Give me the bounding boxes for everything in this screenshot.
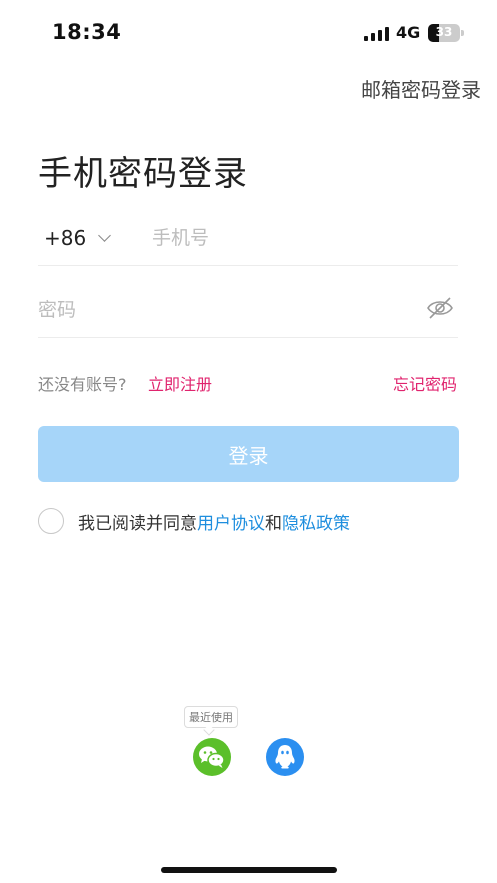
- battery-icon: 33: [428, 24, 460, 42]
- qq-icon: [275, 745, 295, 769]
- forgot-password-link[interactable]: 忘记密码: [393, 371, 457, 395]
- page-title: 手机密码登录: [38, 154, 248, 194]
- agreement-prefix: 我已阅读并同意: [78, 514, 197, 534]
- password-input[interactable]: [38, 294, 408, 326]
- wechat-login-button[interactable]: [193, 738, 231, 776]
- user-agreement-link[interactable]: 用户协议: [197, 514, 265, 534]
- agreement-text: 我已阅读并同意用户协议和隐私政策: [78, 509, 350, 534]
- network-type: 4G: [396, 23, 421, 42]
- battery-level: 33: [435, 25, 453, 39]
- phone-input[interactable]: [152, 222, 442, 254]
- agreement-and: 和: [265, 514, 282, 534]
- no-account-text: 还没有账号?: [38, 375, 127, 394]
- password-row: [38, 282, 458, 338]
- wechat-icon: [199, 746, 225, 768]
- signal-icon: [364, 27, 390, 41]
- battery-tip: [461, 30, 464, 36]
- home-indicator: [161, 867, 337, 873]
- status-bar: 18:34 4G 33: [0, 0, 497, 60]
- login-button[interactable]: 登录: [38, 426, 459, 482]
- chevron-down-icon[interactable]: [98, 229, 111, 242]
- qq-login-button[interactable]: [266, 738, 304, 776]
- privacy-policy-link[interactable]: 隐私政策: [282, 514, 350, 534]
- email-login-link[interactable]: 邮箱密码登录: [361, 74, 481, 103]
- register-link[interactable]: 立即注册: [148, 371, 212, 395]
- agreement-checkbox[interactable]: [38, 508, 64, 534]
- eye-off-icon[interactable]: [426, 296, 454, 320]
- country-code-selector[interactable]: +86: [44, 226, 86, 250]
- status-time: 18:34: [52, 20, 122, 44]
- recent-used-badge: 最近使用: [184, 706, 238, 728]
- phone-row: +86: [38, 210, 458, 266]
